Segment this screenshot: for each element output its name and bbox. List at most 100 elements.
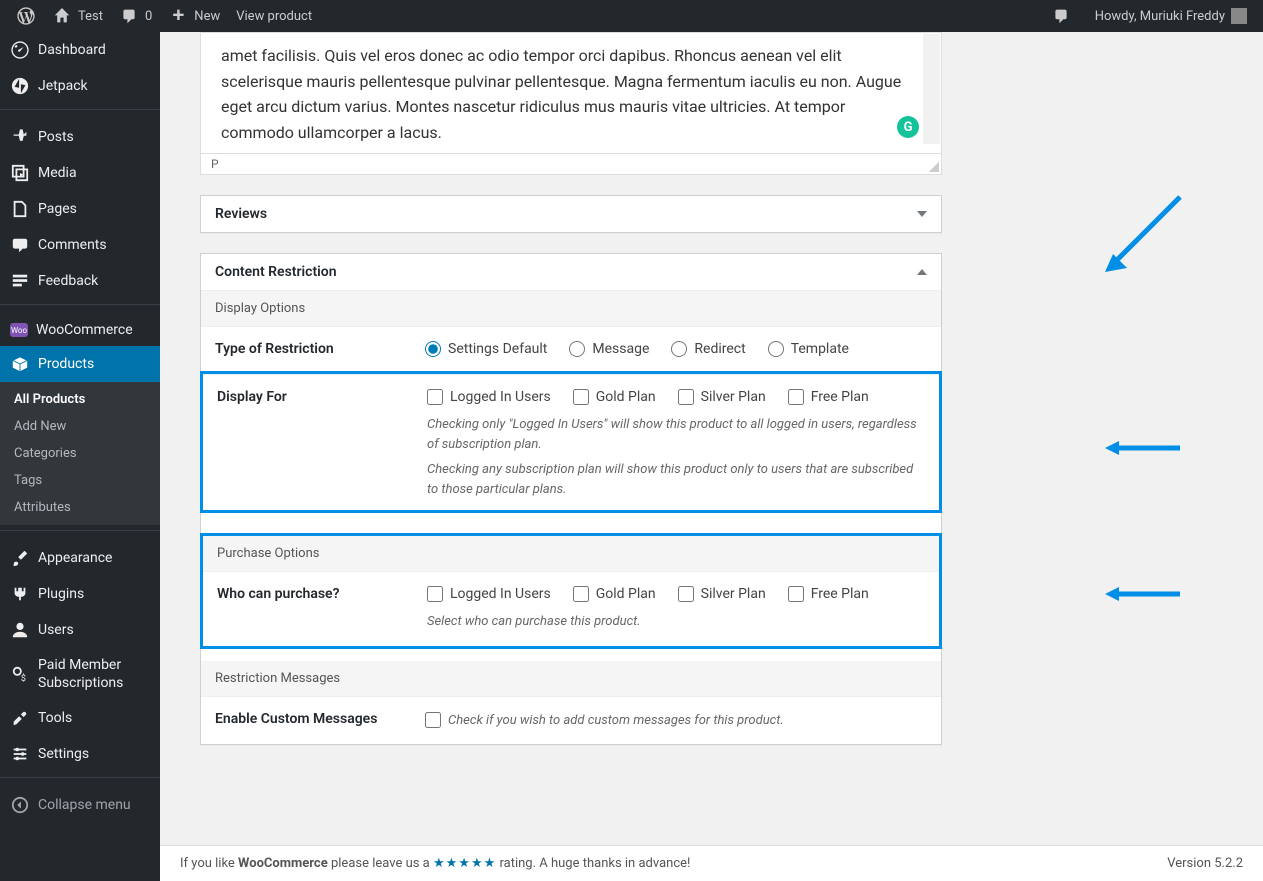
display-free-checkbox[interactable]: Free Plan [788, 389, 869, 405]
sidebar-label: Pages [38, 201, 77, 217]
purchase-silver-checkbox[interactable]: Silver Plan [678, 586, 766, 602]
restriction-messages-heading: Restriction Messages [201, 661, 941, 696]
reviews-header[interactable]: Reviews [201, 196, 941, 232]
check-label: Logged In Users [450, 586, 551, 602]
sidebar-label: Collapse menu [38, 797, 131, 813]
sidebar-label: Paid Member Subscriptions [38, 656, 150, 692]
display-options-heading: Display Options [201, 291, 941, 326]
check-label: Silver Plan [701, 389, 766, 405]
sidebar-item-woocommerce[interactable]: WooWooCommerce [0, 314, 160, 346]
comment-icon [10, 235, 30, 255]
purchase-options-heading: Purchase Options [203, 536, 939, 571]
notification-link[interactable] [1043, 0, 1079, 32]
editor-textarea[interactable]: amet facilisis. Quis vel eros donec ac o… [201, 33, 941, 153]
form-icon [10, 271, 30, 291]
account-link[interactable]: Howdy, Muriuki Freddy [1087, 0, 1255, 32]
check-label: Check if you wish to add custom messages… [448, 711, 784, 731]
reviews-title: Reviews [215, 206, 267, 222]
dashboard-icon [10, 40, 30, 60]
purchase-free-checkbox[interactable]: Free Plan [788, 586, 869, 602]
sidebar-item-pms[interactable]: $ Paid Member Subscriptions [0, 648, 160, 700]
wordpress-icon [16, 6, 36, 26]
sidebar-item-posts[interactable]: Posts [0, 119, 160, 155]
content-restriction-title: Content Restriction [215, 264, 337, 280]
reviews-box: Reviews [200, 195, 942, 233]
wp-logo[interactable] [8, 0, 44, 32]
footer-thanks: If you like WooCommerce please leave us … [180, 856, 690, 871]
editor-scrollbar[interactable] [923, 34, 940, 144]
media-icon [10, 163, 30, 183]
site-name: Test [78, 9, 103, 24]
brush-icon [10, 548, 30, 568]
check-label: Free Plan [811, 586, 869, 602]
type-redirect-radio[interactable]: Redirect [671, 341, 745, 357]
admin-sidebar: Dashboard Jetpack Posts Media Pages Comm… [0, 32, 160, 881]
plus-icon [168, 6, 188, 26]
sidebar-label: Products [38, 356, 94, 372]
view-product-link[interactable]: View product [228, 0, 320, 32]
jetpack-icon [10, 76, 30, 96]
display-logged-checkbox[interactable]: Logged In Users [427, 389, 551, 405]
display-gold-checkbox[interactable]: Gold Plan [573, 389, 656, 405]
check-label: Silver Plan [701, 586, 766, 602]
money-icon: $ [10, 664, 30, 684]
plugin-icon [10, 584, 30, 604]
sidebar-item-feedback[interactable]: Feedback [0, 263, 160, 299]
sidebar-item-comments[interactable]: Comments [0, 227, 160, 263]
sidebar-item-settings[interactable]: Settings [0, 736, 160, 772]
stars-icon: ★★★★★ [433, 856, 496, 871]
sidebar-label: Media [38, 165, 77, 181]
purchase-logged-checkbox[interactable]: Logged In Users [427, 586, 551, 602]
type-message-radio[interactable]: Message [569, 341, 649, 357]
sidebar-label: Comments [38, 237, 107, 253]
submenu-add-new[interactable]: Add New [0, 413, 160, 440]
footer: If you like WooCommerce please leave us … [160, 845, 1263, 881]
check-label: Logged In Users [450, 389, 551, 405]
who-can-purchase-help: Select who can purchase this product. [427, 612, 925, 632]
comments-count: 0 [145, 9, 152, 24]
submenu-all-products[interactable]: All Products [0, 386, 160, 413]
content-restriction-box: Content Restriction Display Options Type… [200, 253, 942, 745]
content-restriction-header[interactable]: Content Restriction [201, 254, 941, 291]
products-submenu: All Products Add New Categories Tags Att… [0, 382, 160, 525]
sidebar-item-media[interactable]: Media [0, 155, 160, 191]
sidebar-label: Tools [38, 710, 72, 726]
type-default-radio[interactable]: Settings Default [425, 341, 547, 357]
new-content-link[interactable]: New [160, 0, 228, 32]
type-of-restriction-label: Type of Restriction [215, 341, 425, 357]
grammarly-icon[interactable]: G [897, 116, 919, 138]
annotation-arrow [1105, 438, 1185, 458]
footer-text: please leave us a [328, 856, 433, 871]
display-silver-checkbox[interactable]: Silver Plan [678, 389, 766, 405]
chevron-up-icon [917, 269, 927, 275]
sidebar-item-users[interactable]: Users [0, 612, 160, 648]
submenu-attributes[interactable]: Attributes [0, 494, 160, 521]
sidebar-item-tools[interactable]: Tools [0, 700, 160, 736]
check-label: Gold Plan [596, 389, 656, 405]
type-template-radio[interactable]: Template [768, 341, 849, 357]
sidebar-item-plugins[interactable]: Plugins [0, 576, 160, 612]
radio-label: Redirect [694, 341, 745, 357]
sidebar-label: Dashboard [38, 42, 106, 58]
avatar [1231, 8, 1247, 24]
submenu-tags[interactable]: Tags [0, 467, 160, 494]
submenu-categories[interactable]: Categories [0, 440, 160, 467]
comment-icon [1051, 6, 1071, 26]
radio-label: Template [791, 341, 849, 357]
sidebar-item-pages[interactable]: Pages [0, 191, 160, 227]
howdy-text: Howdy, Muriuki Freddy [1095, 9, 1225, 24]
purchase-gold-checkbox[interactable]: Gold Plan [573, 586, 656, 602]
sidebar-item-products[interactable]: Products [0, 346, 160, 382]
display-for-highlight: Display For Logged In Users Gold Plan Si… [200, 371, 942, 513]
sidebar-item-collapse[interactable]: Collapse menu [0, 787, 160, 823]
comments-link[interactable]: 0 [111, 0, 160, 32]
enable-custom-messages-checkbox[interactable]: Check if you wish to add custom messages… [425, 711, 927, 731]
display-for-help-2: Checking any subscription plan will show… [427, 460, 925, 496]
rating-link[interactable]: ★★★★★ [433, 856, 496, 871]
site-name-link[interactable]: Test [44, 0, 111, 32]
sidebar-item-dashboard[interactable]: Dashboard [0, 32, 160, 68]
sidebar-item-appearance[interactable]: Appearance [0, 540, 160, 576]
sidebar-label: Plugins [38, 586, 84, 602]
sidebar-item-jetpack[interactable]: Jetpack [0, 68, 160, 104]
admin-bar: Test 0 New View product Howdy, Muriuki F… [0, 0, 1263, 32]
